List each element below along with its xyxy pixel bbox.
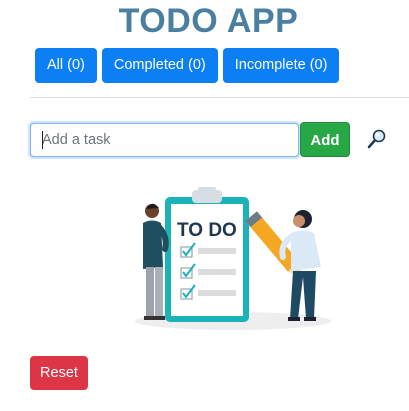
filter-all-button[interactable]: All (0) [35, 48, 97, 83]
task-input[interactable] [30, 123, 299, 157]
page-title: TODO APP [118, 2, 299, 40]
text-caret [42, 131, 43, 149]
search-icon[interactable] [366, 128, 388, 150]
clipboard-label: TO DO [177, 220, 237, 241]
divider [30, 97, 409, 98]
add-task-button[interactable]: Add [300, 122, 350, 157]
person-left-graphic [143, 203, 169, 320]
clipboard-graphic: TO DO [165, 187, 249, 322]
todo-illustration: TO DO [135, 187, 331, 330]
filter-bar: All (0) Completed (0) Incomplete (0) [35, 48, 344, 83]
filter-completed-button[interactable]: Completed (0) [101, 48, 218, 83]
reset-button[interactable]: Reset [30, 356, 88, 390]
filter-incomplete-button[interactable]: Incomplete (0) [222, 48, 340, 83]
